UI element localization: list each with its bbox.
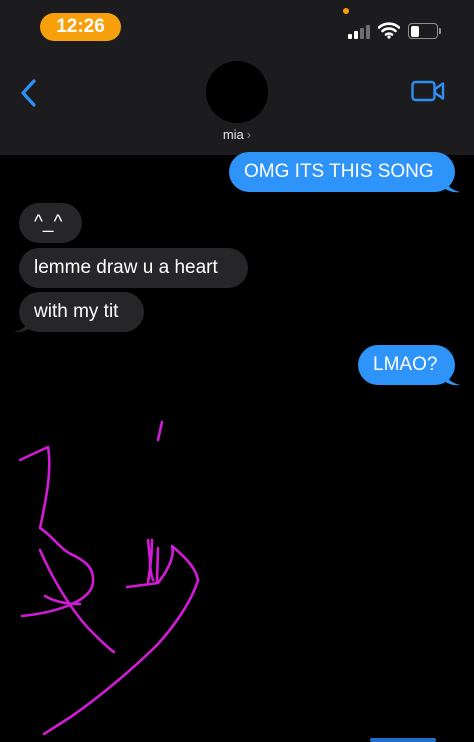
- bubble-tail: [444, 371, 460, 386]
- home-indicator: [370, 738, 436, 742]
- message-bubble-incoming[interactable]: lemme draw u a heart: [19, 248, 248, 288]
- message-bubble-incoming[interactable]: with my tit: [19, 292, 144, 332]
- status-time[interactable]: 12:26: [40, 13, 121, 41]
- chevron-right-icon: ›: [246, 127, 252, 142]
- video-call-icon[interactable]: [411, 80, 445, 102]
- wifi-icon: [378, 22, 400, 39]
- back-chevron-icon[interactable]: [18, 78, 40, 108]
- message-bubble-outgoing[interactable]: OMG ITS THIS SONG: [229, 152, 455, 192]
- privacy-indicator-icon: [343, 8, 349, 14]
- signal-icon: [348, 25, 371, 39]
- battery-icon: [408, 23, 441, 39]
- bubble-tail: [444, 178, 460, 193]
- contact-name: mia: [222, 127, 244, 142]
- message-bubble-incoming[interactable]: ^_^: [19, 203, 82, 243]
- contact-avatar[interactable]: [206, 61, 268, 123]
- bubble-tail: [14, 318, 30, 333]
- message-bubble-outgoing[interactable]: LMAO?: [358, 345, 455, 385]
- contact-name-button[interactable]: mia ›: [200, 127, 274, 142]
